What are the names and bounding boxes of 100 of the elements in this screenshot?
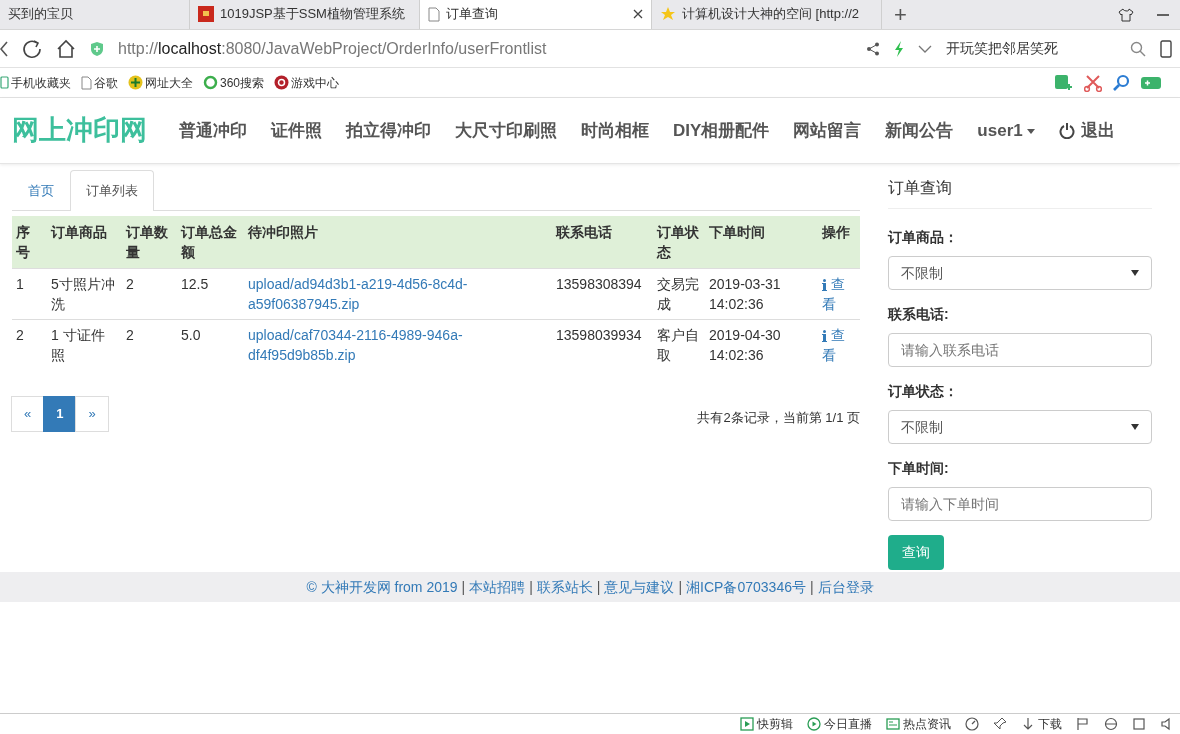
user-menu[interactable]: user1 (965, 117, 1048, 144)
nav-link[interactable]: 新闻公告 (873, 117, 966, 144)
status-item[interactable]: 今日直播 (807, 715, 872, 733)
page-tab[interactable]: 订单列表 (70, 170, 154, 211)
select-field[interactable]: 不限制 (888, 256, 1152, 290)
table-cell: 13598308394 (552, 268, 653, 320)
input-field[interactable]: 请输入下单时间 (888, 487, 1152, 521)
column-header: 下单时间 (705, 216, 818, 269)
tab-title: 订单查询 (446, 5, 498, 24)
footer-link[interactable]: 联系站长 (536, 576, 593, 598)
table-cell: 2019-03-31 14:02:36 (705, 268, 818, 320)
footer-link[interactable]: 本站招聘 (469, 576, 526, 598)
reload-icon[interactable] (22, 38, 42, 59)
table-cell: 2 (12, 319, 47, 370)
column-header: 订单状态 (653, 216, 705, 269)
plus-icon (128, 75, 143, 90)
table-cell: 2 (122, 268, 177, 320)
nav-link[interactable]: 时尚相框 (569, 117, 661, 144)
search-field[interactable]: 开玩笑把邻居笑死 (946, 38, 1116, 59)
status-item[interactable]: 热点资讯 (886, 715, 951, 733)
table-cell: 客户自取 (653, 319, 705, 370)
column-header: 订单数量 (122, 216, 177, 269)
separator: | (678, 577, 683, 597)
file-link[interactable]: upload/caf70344-2116-4989-946a-df4f95d9b85b.zip (248, 325, 548, 365)
field-label: 联系电话: (888, 305, 950, 324)
gamepad-icon[interactable] (1140, 74, 1162, 91)
separator: | (529, 577, 533, 597)
flag-icon[interactable] (1076, 717, 1090, 731)
scissors-icon[interactable] (1084, 73, 1102, 92)
footer-link[interactable]: 意见与建议 (604, 576, 675, 598)
browser-tab[interactable]: 订单查询 (420, 0, 652, 29)
bookmark-link[interactable]: 手机收藏夹 (0, 73, 71, 92)
status-item[interactable]: 下载 (1021, 715, 1062, 733)
ring-icon (203, 75, 218, 90)
select-field[interactable]: 不限制 (888, 410, 1152, 444)
new-tab-button[interactable]: + (882, 0, 919, 31)
view-link[interactable]: 查看 (822, 325, 856, 365)
nav-link[interactable]: 普通冲印 (167, 117, 259, 144)
footer-link[interactable]: © 大神开发网 from 2019 (306, 576, 458, 598)
table-cell: 12.5 (177, 268, 244, 320)
tab-title: 买到的宝贝 (8, 5, 73, 24)
nav-link[interactable]: DIY相册配件 (661, 117, 782, 144)
view-link[interactable]: 查看 (822, 274, 856, 314)
table-cell: 5.0 (177, 319, 244, 370)
news-icon (886, 717, 900, 731)
clip-icon (740, 717, 754, 731)
info-icon (822, 279, 827, 292)
nav-link[interactable]: 证件照 (259, 117, 334, 144)
status-item[interactable]: 快剪辑 (740, 715, 793, 733)
search-icon[interactable] (1130, 40, 1146, 57)
power-icon (1059, 122, 1076, 139)
table-cell: 13598039934 (552, 319, 653, 370)
footer-link[interactable]: 湘ICP备0703346号 (686, 576, 806, 598)
nav-link[interactable]: 大尺寸印刷照 (443, 117, 569, 144)
page-button[interactable]: 1 (43, 396, 77, 432)
input-field[interactable]: 请输入联系电话 (888, 333, 1152, 367)
chevron-icon[interactable] (918, 44, 932, 53)
footer-link[interactable]: 后台登录 (817, 576, 874, 598)
shield-icon (90, 40, 104, 57)
magnifier-icon[interactable] (1112, 73, 1130, 92)
bookmark-link[interactable]: 谷歌 (81, 73, 118, 92)
previous-page-button[interactable]: « (11, 396, 45, 432)
column-header: 订单总金额 (177, 216, 244, 269)
file-link[interactable]: upload/ad94d3b1-a219-4d56-8c4d-a59f06387945.zip (248, 274, 548, 314)
window-icon[interactable] (1132, 717, 1146, 731)
table-cell: 1 寸证件照 (47, 319, 122, 370)
shirt-icon[interactable] (1118, 7, 1134, 22)
info-icon (822, 330, 827, 343)
back-icon[interactable] (0, 39, 8, 58)
url-text[interactable]: http://localhost:8080/JavaWebProject/OrderInfo/userFrontlist (118, 36, 852, 61)
close-icon[interactable] (633, 9, 643, 19)
download-icon (1021, 717, 1035, 731)
table-cell: 5寸照片冲洗 (47, 268, 122, 320)
share-icon[interactable] (866, 41, 880, 56)
nav-link[interactable]: 拍立得冲印 (334, 117, 443, 144)
panel-title: 订单查询 (888, 170, 1152, 209)
field-label: 订单状态： (888, 382, 959, 401)
record-info: 共有2条记录，当前第 1/1 页 (697, 409, 860, 427)
nav-link[interactable]: 网站留言 (781, 117, 874, 144)
column-header: 联系电话 (552, 216, 653, 269)
column-header: 待冲印照片 (244, 216, 552, 269)
table-cell: 2019-04-30 14:02:36 (705, 319, 818, 370)
home-icon[interactable] (56, 38, 76, 59)
table-cell: 交易完成 (653, 268, 705, 320)
bookmark-link[interactable]: 网址大全 (128, 73, 193, 92)
phone-icon[interactable] (1160, 39, 1172, 58)
bookmark-link[interactable]: 360搜索 (203, 73, 265, 92)
play-icon (807, 717, 821, 731)
gauge-icon[interactable] (965, 717, 979, 731)
next-page-button[interactable]: » (75, 396, 109, 432)
separator: | (809, 577, 814, 597)
pin-icon[interactable] (993, 717, 1007, 731)
bookmark-link[interactable]: 游戏中心 (274, 73, 340, 92)
logout-link[interactable]: 退出 (1047, 117, 1128, 144)
page-tab[interactable]: 首页 (12, 170, 70, 210)
table-cell: 1 (12, 268, 47, 320)
translate-icon[interactable] (1054, 73, 1074, 92)
caret-icon (1131, 270, 1139, 276)
separator: | (596, 577, 601, 597)
caret-icon (1027, 128, 1036, 134)
